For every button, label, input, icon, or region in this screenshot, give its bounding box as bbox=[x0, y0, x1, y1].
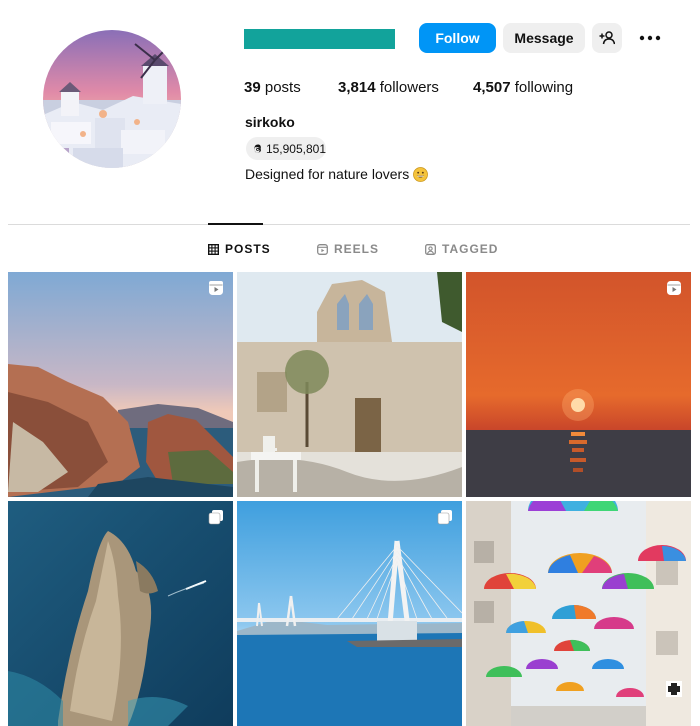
post-image-chapel bbox=[237, 272, 462, 497]
grid-icon bbox=[208, 243, 219, 255]
active-tab-indicator bbox=[208, 223, 263, 225]
reel-icon bbox=[209, 281, 223, 295]
stat-followers[interactable]: 3,814 followers bbox=[338, 79, 439, 96]
carousel-icon bbox=[208, 510, 223, 525]
following-count: 4,507 bbox=[473, 79, 511, 96]
post-image-umbrellas bbox=[466, 501, 691, 726]
more-options-button[interactable] bbox=[638, 28, 662, 48]
tab-reels[interactable]: REELS bbox=[317, 241, 379, 257]
tagged-icon bbox=[425, 243, 436, 255]
suggest-users-button[interactable] bbox=[592, 23, 622, 53]
tab-reels-label: REELS bbox=[334, 242, 380, 256]
post-tile[interactable] bbox=[8, 501, 233, 726]
followers-label: followers bbox=[379, 79, 439, 96]
reel-icon bbox=[667, 281, 681, 295]
username-redacted bbox=[244, 29, 395, 49]
profile-full-name: sirkoko bbox=[245, 114, 295, 130]
threads-icon bbox=[254, 144, 261, 153]
stat-posts: 39 posts bbox=[244, 79, 301, 96]
post-tile[interactable] bbox=[466, 501, 691, 726]
profile-avatar[interactable] bbox=[43, 30, 181, 168]
stat-following[interactable]: 4,507 following bbox=[473, 79, 573, 96]
add-user-icon bbox=[599, 31, 615, 45]
posts-count: 39 bbox=[244, 79, 261, 96]
following-label: following bbox=[514, 79, 574, 96]
tab-posts-label: POSTS bbox=[225, 242, 271, 256]
bio-text: Designed for nature lovers bbox=[245, 166, 410, 182]
post-tile[interactable] bbox=[8, 272, 233, 497]
tab-posts[interactable]: POSTS bbox=[208, 241, 271, 257]
post-image-cliffs bbox=[8, 272, 233, 497]
post-tile[interactable] bbox=[466, 272, 691, 497]
posts-label: posts bbox=[264, 79, 301, 96]
grinning-face-emoji bbox=[413, 166, 429, 182]
post-image-bridge bbox=[237, 501, 462, 726]
threads-badge[interactable]: 15,905,801 bbox=[246, 137, 326, 160]
post-tile[interactable] bbox=[237, 272, 462, 497]
post-image-sunset bbox=[466, 272, 691, 497]
profile-bio: Designed for nature lovers bbox=[245, 166, 429, 182]
post-image-rock-island bbox=[8, 501, 233, 726]
threads-count: 15,905,801 bbox=[265, 141, 326, 156]
tab-tagged[interactable]: TAGGED bbox=[425, 241, 498, 257]
profile-divider bbox=[8, 224, 690, 225]
post-tile[interactable] bbox=[237, 501, 462, 726]
message-button[interactable]: Message bbox=[503, 23, 585, 53]
tab-tagged-label: TAGGED bbox=[442, 242, 499, 256]
reels-icon bbox=[317, 243, 328, 255]
carousel-icon bbox=[437, 510, 452, 525]
more-options-icon bbox=[639, 35, 661, 41]
follow-button[interactable]: Follow bbox=[419, 23, 496, 53]
followers-count: 3,814 bbox=[338, 79, 376, 96]
